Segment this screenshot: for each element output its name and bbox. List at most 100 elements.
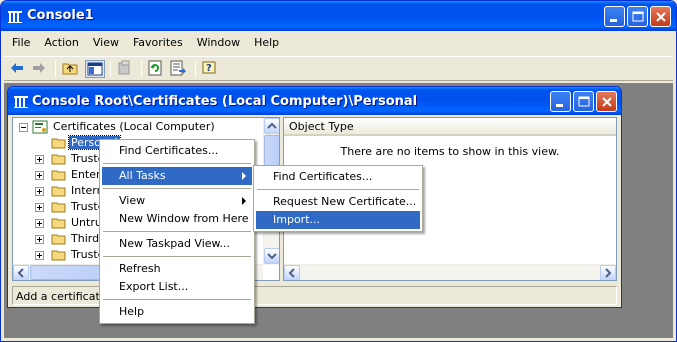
- show-hide-tree-icon: [87, 62, 103, 76]
- menu-separator: [103, 188, 251, 189]
- context-menu: Find Certificates... All Tasks View New …: [99, 139, 255, 324]
- show-hide-tree-button[interactable]: [85, 60, 105, 78]
- toolbar-separator: [55, 61, 56, 77]
- folder-icon: [51, 154, 66, 165]
- tree-item-root[interactable]: Certificates (Local Computer): [13, 119, 263, 135]
- expand-icon[interactable]: [35, 187, 44, 196]
- delete-button[interactable]: [116, 60, 136, 78]
- menu-item-view[interactable]: View: [102, 192, 252, 210]
- up-one-level-icon: [62, 63, 78, 75]
- close-icon: [656, 12, 666, 22]
- chevron-left-icon: [288, 268, 295, 278]
- up-one-level-button[interactable]: [62, 60, 82, 78]
- scroll-right-button[interactable]: [600, 265, 616, 280]
- folder-icon: [51, 202, 66, 213]
- window-title: Console1: [27, 8, 94, 23]
- menu-separator: [103, 256, 251, 257]
- child-window-title: Console Root\Certificates (Local Compute…: [32, 94, 418, 109]
- menu-separator: [103, 163, 251, 164]
- expand-icon[interactable]: [35, 171, 44, 180]
- expand-icon[interactable]: [35, 155, 44, 164]
- chevron-up-icon: [267, 122, 277, 129]
- all-tasks-submenu: Find Certificates... Request New Certifi…: [253, 165, 423, 232]
- export-list-button[interactable]: [170, 60, 190, 78]
- toolbar-separator: [141, 61, 142, 77]
- folder-open-icon: [51, 138, 66, 149]
- delete-icon: [118, 60, 130, 75]
- menu-window[interactable]: Window: [190, 34, 247, 54]
- maximize-icon: [578, 96, 590, 107]
- scroll-up-button[interactable]: [264, 118, 279, 134]
- collapse-icon[interactable]: [19, 123, 28, 132]
- chevron-left-icon: [17, 268, 24, 278]
- child-close-button[interactable]: [596, 91, 617, 112]
- expand-icon[interactable]: [35, 251, 44, 260]
- toolbar: ?: [4, 56, 673, 81]
- menu-item-new-window[interactable]: New Window from Here: [102, 210, 252, 228]
- menu-separator: [257, 189, 419, 190]
- tree-item-label: Certificates (Local Computer): [53, 120, 215, 133]
- child-maximize-button[interactable]: [573, 91, 594, 112]
- menu-separator: [103, 299, 251, 300]
- submenu-item-request-new-certificate[interactable]: Request New Certificate...: [256, 193, 420, 211]
- close-button[interactable]: [650, 6, 671, 27]
- folder-icon: [51, 234, 66, 245]
- expand-icon[interactable]: [35, 219, 44, 228]
- certificates-icon: [32, 120, 48, 134]
- refresh-button[interactable]: [147, 60, 167, 78]
- scroll-down-button[interactable]: [264, 248, 279, 264]
- child-window-titlebar[interactable]: Console Root\Certificates (Local Compute…: [8, 87, 621, 115]
- menu-item-all-tasks[interactable]: All Tasks: [102, 167, 252, 185]
- child-minimize-button[interactable]: [550, 91, 571, 112]
- submenu-item-find-certificates[interactable]: Find Certificates...: [256, 168, 420, 186]
- menu-bar: File Action View Favorites Window Help: [5, 34, 286, 54]
- menu-item-new-taskpad-view[interactable]: New Taskpad View...: [102, 235, 252, 253]
- menu-help[interactable]: Help: [247, 34, 286, 54]
- forward-icon: [33, 63, 45, 73]
- back-button[interactable]: [8, 60, 28, 78]
- menu-file[interactable]: File: [5, 34, 37, 54]
- menu-action[interactable]: Action: [37, 34, 85, 54]
- folder-icon: [51, 170, 66, 181]
- expand-icon[interactable]: [35, 203, 44, 212]
- help-button[interactable]: ?: [201, 60, 221, 78]
- menu-item-find-certificates[interactable]: Find Certificates...: [102, 142, 252, 160]
- submenu-arrow-icon: [242, 197, 246, 205]
- toolbar-separator: [195, 61, 196, 77]
- column-header-object-type[interactable]: Object Type: [284, 118, 616, 136]
- submenu-arrow-icon: [242, 172, 246, 180]
- menu-item-refresh[interactable]: Refresh: [102, 260, 252, 278]
- folder-icon: [51, 250, 66, 261]
- export-list-icon: [170, 60, 186, 76]
- empty-list-message: There are no items to show in this view.: [340, 145, 560, 158]
- expand-icon[interactable]: [35, 235, 44, 244]
- svg-text:?: ?: [206, 63, 212, 74]
- forward-button[interactable]: [30, 60, 50, 78]
- scroll-left-button[interactable]: [13, 265, 29, 280]
- result-horizontal-scrollbar[interactable]: [284, 264, 616, 280]
- refresh-icon: [148, 60, 162, 76]
- window-titlebar[interactable]: Console1: [1, 1, 676, 31]
- minimize-button[interactable]: [604, 6, 625, 27]
- menu-favorites[interactable]: Favorites: [126, 34, 190, 54]
- menu-item-help[interactable]: Help: [102, 303, 252, 321]
- submenu-item-import[interactable]: Import...: [256, 211, 420, 229]
- minimize-icon: [610, 19, 617, 22]
- maximize-icon: [632, 11, 644, 22]
- menu-item-export-list[interactable]: Export List...: [102, 278, 252, 296]
- scroll-left-button[interactable]: [284, 265, 300, 280]
- column-header-label: Object Type: [289, 120, 354, 133]
- menu-separator: [103, 231, 251, 232]
- menu-item-label: View: [119, 194, 146, 207]
- menu-view[interactable]: View: [86, 34, 126, 54]
- mmc-console-icon: [14, 96, 28, 108]
- chevron-right-icon: [605, 268, 612, 278]
- mmc-console-icon: [8, 11, 22, 23]
- back-icon: [11, 63, 23, 73]
- console-window: Console1 File Action View Favorites Wind…: [0, 0, 677, 342]
- close-icon: [602, 97, 612, 107]
- folder-icon: [51, 218, 66, 229]
- minimize-icon: [556, 104, 563, 107]
- help-icon: ?: [202, 61, 216, 74]
- maximize-button[interactable]: [627, 6, 648, 27]
